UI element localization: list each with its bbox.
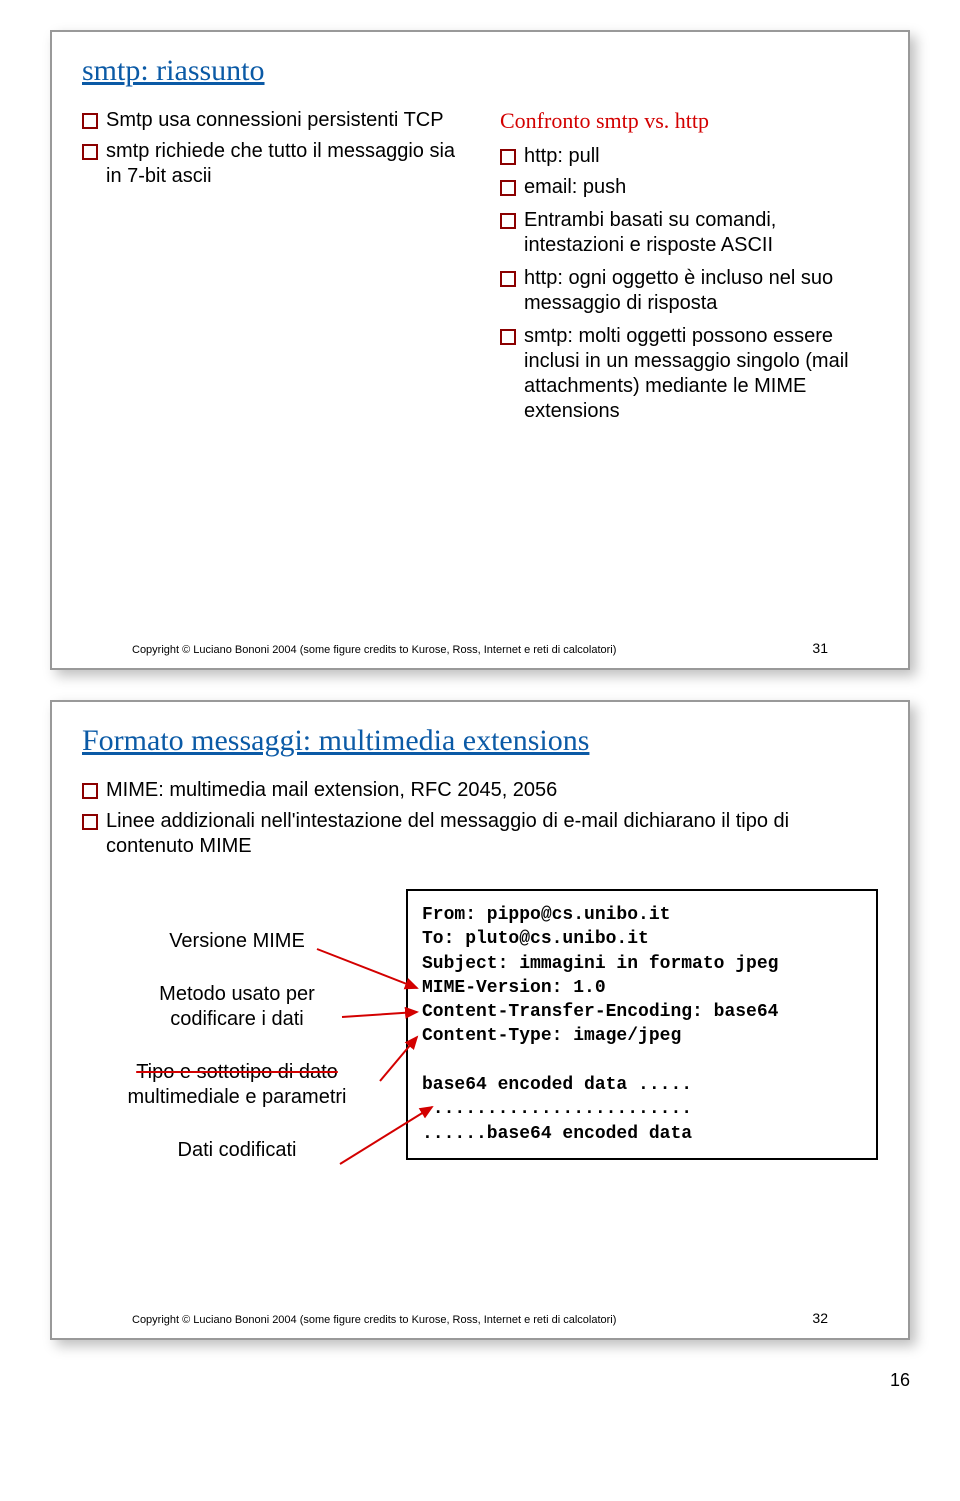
list-item: Linee addizionali nell'intestazione del …: [82, 809, 878, 859]
subheading: Confronto smtp vs. http: [500, 108, 878, 134]
list-item: email: push: [500, 175, 878, 200]
bullet-text: Smtp usa connessioni persistenti TCP: [106, 108, 444, 133]
annotation-labels: Versione MIME Metodo usato per codificar…: [82, 889, 392, 1191]
right-column: Confronto smtp vs. http http: pull email…: [500, 108, 878, 430]
bullet-icon: [500, 180, 516, 196]
list-item: http: pull: [500, 144, 878, 169]
list-item: Entrambi basati su comandi, intestazioni…: [500, 208, 878, 258]
bullet-icon: [82, 814, 98, 830]
label-content-type: Tipo e sottotipo di dato multimediale e …: [82, 1060, 392, 1110]
bullet-text: MIME: multimedia mail extension, RFC 204…: [106, 778, 557, 803]
slide-number: 32: [812, 1310, 828, 1326]
slide-1: smtp: riassunto Smtp usa connessioni per…: [50, 30, 910, 670]
left-column: Smtp usa connessioni persistenti TCP smt…: [82, 108, 460, 430]
list-item: smtp: molti oggetti possono essere inclu…: [500, 324, 878, 424]
mime-code-box: From: pippo@cs.unibo.it To: pluto@cs.uni…: [406, 889, 878, 1160]
bullet-text: smtp richiede che tutto il messaggio sia…: [106, 139, 460, 189]
label-encoded-data: Dati codificati: [82, 1138, 392, 1163]
page-number: 16: [0, 1370, 910, 1391]
copyright: Copyright © Luciano Bononi 2004 (some fi…: [132, 644, 616, 656]
bullet-text: smtp: molti oggetti possono essere inclu…: [524, 324, 878, 424]
slide-2: Formato messaggi: multimedia extensions …: [50, 700, 910, 1340]
list-item: http: ogni oggetto è incluso nel suo mes…: [500, 266, 878, 316]
copyright: Copyright © Luciano Bononi 2004 (some fi…: [132, 1314, 616, 1326]
bullet-text: http: pull: [524, 144, 600, 169]
bullet-text: http: ogni oggetto è incluso nel suo mes…: [524, 266, 878, 316]
bullet-icon: [500, 329, 516, 345]
bullet-text: Entrambi basati su comandi, intestazioni…: [524, 208, 878, 258]
bullet-icon: [82, 783, 98, 799]
bullet-icon: [500, 213, 516, 229]
bullet-icon: [500, 149, 516, 165]
bullet-icon: [500, 271, 516, 287]
slide-title: smtp: riassunto: [82, 54, 878, 88]
slide-number: 31: [812, 640, 828, 656]
list-item: MIME: multimedia mail extension, RFC 204…: [82, 778, 878, 803]
list-item: Smtp usa connessioni persistenti TCP: [82, 108, 460, 133]
bullet-text: Linee addizionali nell'intestazione del …: [106, 809, 878, 859]
top-bullets: MIME: multimedia mail extension, RFC 204…: [82, 778, 878, 859]
list-item: smtp richiede che tutto il messaggio sia…: [82, 139, 460, 189]
label-mime-version: Versione MIME: [82, 929, 392, 954]
slide-title: Formato messaggi: multimedia extensions: [82, 724, 878, 758]
label-encoding: Metodo usato per codificare i dati: [82, 982, 392, 1032]
bullet-text: email: push: [524, 175, 626, 200]
bullet-icon: [82, 113, 98, 129]
bullet-icon: [82, 144, 98, 160]
